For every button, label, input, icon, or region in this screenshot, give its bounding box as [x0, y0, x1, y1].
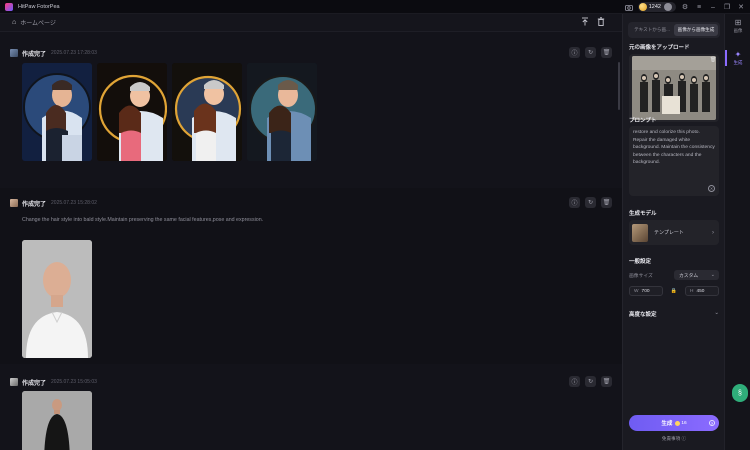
settings-icon[interactable]: ⚙ — [680, 2, 690, 12]
prompt-text: restore and colorize this photo. Repair … — [633, 130, 715, 165]
coin-icon — [675, 420, 681, 426]
model-selector[interactable]: テンプレート › — [629, 220, 719, 245]
clear-icon[interactable]: ✕ — [708, 185, 715, 192]
generate-button[interactable]: 生成 16 ? — [629, 415, 719, 431]
width-value: 700 — [641, 288, 650, 294]
size-value: カスタム — [679, 273, 699, 279]
generate-label: 生成 — [661, 421, 673, 427]
app-title: HitPaw FotorPea — [18, 3, 60, 10]
info-icon[interactable]: ⓘ — [569, 197, 580, 208]
result-card: 作成完了 2025.07.23 17:28:03 ⓘ ↻ 🗑 — [0, 47, 622, 188]
delete-icon[interactable]: 🗑 — [601, 376, 612, 387]
breadcrumb[interactable]: ホームページ — [20, 18, 56, 27]
size-select[interactable]: カスタム ⌄ — [674, 270, 719, 280]
width-input[interactable]: W 700 — [629, 286, 663, 296]
trash-icon[interactable]: 🗑 — [710, 57, 716, 63]
credit-count: 1242 — [648, 4, 661, 10]
avatar[interactable] — [664, 3, 672, 11]
grid-icon: ⊞ — [734, 18, 742, 27]
height-input[interactable]: H 450 — [684, 286, 719, 296]
delete-icon[interactable]: 🗑 — [601, 47, 612, 58]
assistant-icon: § — [738, 389, 742, 397]
rail-item-images[interactable]: ⊞ 画像 — [725, 18, 750, 34]
delete-icon[interactable]: 🗑 — [601, 197, 612, 208]
generated-image[interactable] — [22, 391, 92, 450]
generated-image[interactable] — [247, 63, 317, 161]
card-thumbnail — [10, 49, 18, 57]
regenerate-icon[interactable]: ↻ — [585, 376, 596, 387]
model-thumbnail — [632, 223, 648, 242]
disclaimer-link[interactable]: 免責事項 ⓘ — [629, 436, 719, 442]
dimension-row: W 700 🔒 H 450 — [629, 286, 719, 296]
credits-badge[interactable]: 1242 — [637, 2, 676, 12]
height-value: 450 — [696, 288, 705, 294]
result-card: 作成完了 2025.07.23 15:28:02 ⓘ ↻ 🗑 Change th… — [0, 188, 622, 364]
mode-tabs: テキストから画... 画像から画像生成 — [628, 22, 720, 38]
info-icon[interactable]: ? — [709, 420, 715, 426]
upload-dropzone[interactable]: 🗑 — [629, 54, 719, 122]
chevron-down-icon: ⌄ — [714, 310, 719, 316]
card-status: 作成完了 — [22, 380, 47, 387]
info-icon[interactable]: ⓘ — [569, 376, 580, 387]
card-thumbnail — [10, 199, 18, 207]
tab-image-to-image[interactable]: 画像から画像生成 — [674, 24, 718, 36]
camera-icon[interactable] — [624, 2, 634, 12]
title-bar: HitPaw FotorPea 1242 ⚙ ≡ – ❐ ✕ — [0, 0, 750, 14]
info-icon[interactable]: ⓘ — [569, 47, 580, 58]
prompt-title: プロンプト — [629, 118, 657, 124]
model-name: テンプレート — [654, 230, 684, 236]
sparkle-icon: ✦ — [734, 50, 742, 59]
generated-image[interactable] — [22, 63, 92, 161]
size-label: 画像サイズ — [629, 273, 653, 279]
app-logo — [5, 2, 13, 11]
main-topbar: ⌂ ホームページ — [0, 14, 622, 32]
uploaded-photo — [632, 56, 716, 120]
disclaimer-text: 免責事項 — [661, 436, 681, 441]
settings-panel: テキストから画... 画像から画像生成 元の画像をアップロード 🗑 プロンプト … — [622, 14, 724, 450]
chevron-right-icon: › — [712, 229, 714, 236]
regenerate-icon[interactable]: ↻ — [585, 197, 596, 208]
advanced-title: 高度な設定 — [629, 312, 657, 318]
model-title: 生成モデル — [629, 211, 657, 217]
generate-cost: 16 — [681, 420, 687, 426]
advanced-settings-toggle[interactable]: 高度な設定 ⌄ — [629, 310, 719, 318]
restore-icon[interactable]: ❐ — [722, 2, 732, 12]
rail-item-generate[interactable]: ✦ 生成 — [725, 50, 750, 66]
generated-image[interactable] — [172, 63, 242, 161]
regenerate-icon[interactable]: ↻ — [585, 47, 596, 58]
generated-image[interactable] — [22, 240, 92, 358]
width-label: W — [634, 288, 639, 294]
close-icon[interactable]: ✕ — [736, 2, 746, 12]
lock-icon[interactable]: 🔒 — [671, 288, 677, 294]
minimize-icon[interactable]: – — [708, 2, 718, 12]
scroll-top-icon[interactable] — [580, 16, 590, 26]
menu-icon[interactable]: ≡ — [694, 2, 704, 12]
card-date: 2025.07.23 17:28:03 — [51, 50, 97, 56]
rail-label: 画像 — [733, 28, 743, 33]
generated-image[interactable] — [97, 63, 167, 161]
card-thumbnail — [10, 378, 18, 386]
chevron-down-icon: ⌄ — [710, 272, 715, 278]
card-status: 作成完了 — [22, 51, 47, 58]
card-date: 2025.07.23 15:05:03 — [51, 379, 97, 385]
tab-text-to-image[interactable]: テキストから画... — [630, 24, 674, 36]
card-date: 2025.07.23 15:28:02 — [51, 200, 97, 206]
card-status: 作成完了 — [22, 201, 47, 208]
results-feed[interactable]: 作成完了 2025.07.23 17:28:03 ⓘ ↻ 🗑 作成完了 2025… — [0, 32, 622, 450]
height-label: H — [689, 288, 694, 294]
card-prompt: Change the hair style into bald style.Ma… — [22, 217, 264, 223]
rail-label: 生成 — [733, 60, 743, 65]
coin-icon — [638, 3, 647, 11]
size-row: 画像サイズ カスタム ⌄ — [629, 270, 719, 280]
upload-title: 元の画像をアップロード — [629, 45, 690, 51]
assistant-button[interactable]: § — [732, 384, 748, 402]
main-area: ⌂ ホームページ 作成完了 2025.07.23 17:28:03 ⓘ ↻ 🗑 — [0, 14, 622, 450]
trash-icon[interactable] — [596, 16, 606, 26]
result-card: 作成完了 2025.07.23 15:05:03 ⓘ ↻ 🗑 — [0, 364, 622, 450]
general-title: 一般設定 — [629, 259, 652, 265]
home-icon[interactable]: ⌂ — [12, 19, 16, 26]
prompt-textarea[interactable]: restore and colorize this photo. Repair … — [629, 126, 719, 196]
